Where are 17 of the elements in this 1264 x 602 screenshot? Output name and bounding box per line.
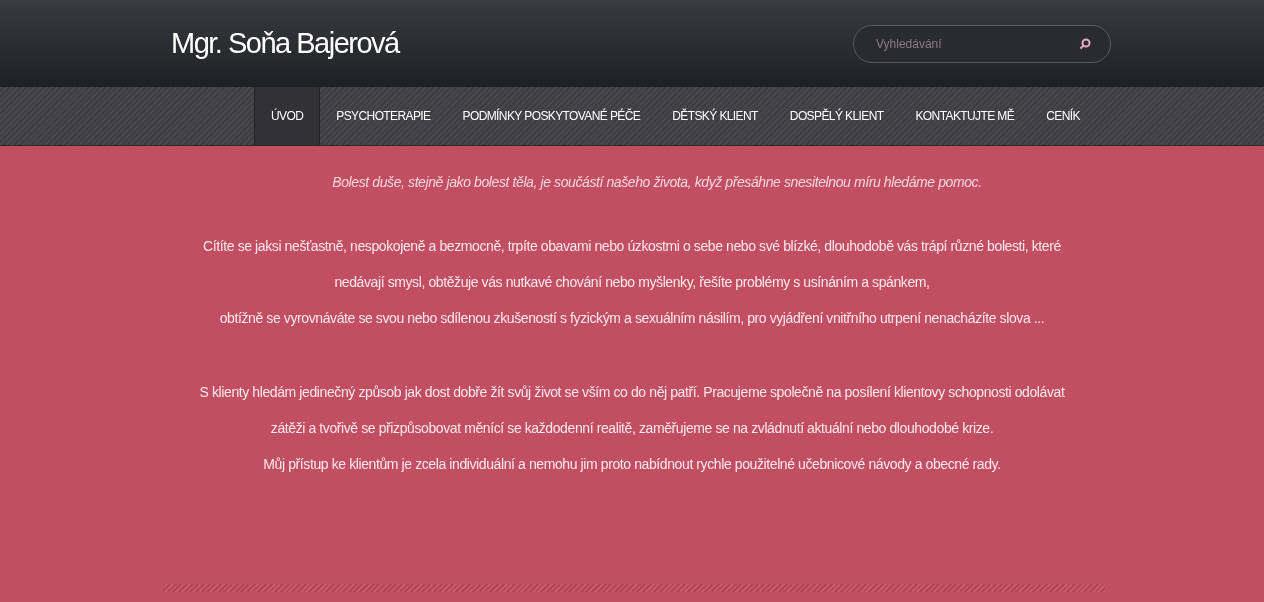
nav-item[interactable]: PSYCHOTERAPIE	[320, 87, 447, 145]
paragraph-line: nedávají smysl, obtěžuje vás nutkavé chování nebo myšlenky, řešíte problémy s usínáním a spánkem,	[333, 273, 931, 292]
nav-item[interactable]: DĚTSKÝ KLIENT	[656, 87, 774, 145]
site-title: Mgr. Soňa Bajerová	[170, 27, 399, 60]
paragraph-line: obtížně se vyrovnáváte se svou nebo sdílenou zkušeností s fyzickým a sexuálním násilím, pro vyjádření vnitřního utrpení nenacházíte slova ...	[218, 309, 1046, 328]
search-icon[interactable]	[1079, 37, 1091, 50]
paragraph-line: Můj přístup ke klientům je zcela individuální a nemohu jim proto nabídnout rychle použitelné učebnicové návody a obecné rady.	[262, 455, 1002, 474]
nav-item[interactable]: CENÍK	[1030, 87, 1096, 145]
quote-text: Bolest duše, stejně jako bolest těla, je součástí našeho života, když přesáhne snesitelnou míru hledáme pomoc.	[331, 174, 983, 190]
nav-item[interactable]: KONTAKTUJTE MĚ	[899, 87, 1031, 145]
search-field[interactable]: Vyhledávání	[853, 24, 1111, 63]
nav-item[interactable]: DOSPĚLÝ KLIENT	[773, 87, 900, 145]
nav-item[interactable]: ÚVOD	[254, 87, 321, 145]
nav-item[interactable]: PODMÍNKY POSKYTOVANÉ PÉČE	[446, 87, 657, 145]
paragraph-line: zátěži a tvořivě se přizpůsobovat měnící se každodenní realitě, zaměřujeme se na zvládnutí aktuální nebo dlouhodobé krize.	[269, 419, 995, 438]
paragraph-line: S klienty hledám jedinečný způsob jak dost dobře žít svůj život se vším co do něj patří. Pracujeme společně na posílení klientovy schopnosti odolávat	[198, 383, 1066, 402]
paragraph-line: Cítíte se jaksi nešťastně, nespokojeně a bezmocně, trpíte obavami nebo úzkostmi o sebe nebo své blízké, dlouhodobě vás trápí různé bolesti, které	[202, 237, 1062, 256]
